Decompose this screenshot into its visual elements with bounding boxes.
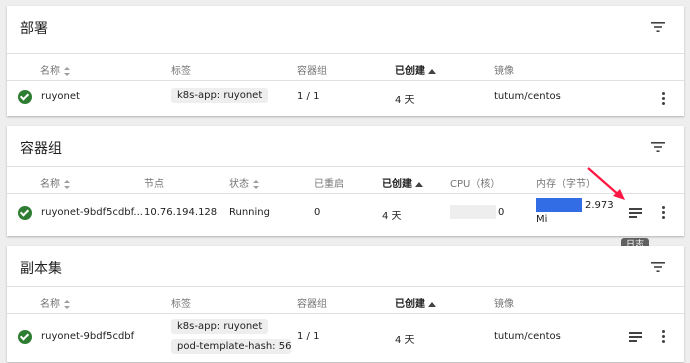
created-age: 4 天 [382, 211, 402, 222]
pods-count: 1 / 1 [297, 91, 320, 102]
sort-asc-icon [428, 300, 436, 309]
header-pods: 容器组 [297, 299, 327, 310]
more-vert-icon[interactable] [662, 330, 666, 344]
deployments-table-header: 名称 标签 容器组 已创建 镜像 [7, 53, 684, 81]
header-created[interactable]: 已创建 [395, 295, 436, 310]
label-chip: k8s-app: ruyonet [171, 319, 269, 334]
filter-icon[interactable] [651, 261, 665, 273]
header-name[interactable]: 名称 [40, 175, 70, 190]
label-chip: k8s-app: ruyonet [171, 88, 269, 103]
check-circle-icon [18, 330, 32, 344]
replicasets-table-header: 名称 标签 容器组 已创建 镜像 [7, 286, 684, 314]
header-name[interactable]: 名称 [40, 295, 70, 310]
memory-unit: Mi [536, 214, 548, 225]
header-cpu: CPU（核） [450, 179, 501, 190]
image-name: tutum/centos [494, 91, 561, 102]
header-restarts: 已重启 [314, 179, 344, 190]
check-circle-icon [18, 206, 32, 220]
sort-icon [64, 179, 70, 189]
header-labels: 标签 [171, 66, 191, 77]
pod-status: Running [229, 207, 270, 218]
filter-icon[interactable] [651, 21, 665, 33]
logs-icon[interactable] [629, 332, 642, 342]
table-row: ruyonet k8s-app: ruyonet 1 / 1 4 天 tutum… [7, 81, 684, 116]
deployment-name-link[interactable]: ruyonet [41, 91, 80, 102]
deployments-title: 部署 [20, 21, 48, 37]
header-pods: 容器组 [297, 66, 327, 77]
pods-table-header: 名称 节点 状态 已重启 已创建 CPU（核） 内存（字节） [7, 166, 684, 194]
cpu-sparkline [450, 205, 496, 219]
check-circle-icon [18, 90, 32, 104]
pods-card: 容器组 名称 节点 状态 已重启 已创建 CPU（核） 内存（字节） ruyon… [7, 126, 684, 236]
table-row: ruyonet-9bdf5cdbf k8s-app: ruyonet pod-t… [7, 314, 684, 362]
label-chip: pod-template-hash: 568... [171, 339, 291, 354]
sort-asc-icon [428, 67, 436, 76]
annotation-arrow [587, 167, 625, 200]
pods-count: 1 / 1 [297, 331, 320, 342]
header-labels: 标签 [171, 299, 191, 310]
filter-icon[interactable] [651, 141, 665, 153]
logs-icon[interactable] [629, 208, 642, 218]
header-name[interactable]: 名称 [40, 62, 70, 77]
node-ip: 10.76.194.128 [144, 207, 218, 218]
header-created[interactable]: 已创建 [382, 175, 423, 190]
more-vert-icon[interactable] [662, 92, 666, 106]
created-age: 4 天 [395, 95, 415, 106]
deployments-card: 部署 名称 标签 容器组 已创建 镜像 ruyonet k8s-app: ruy… [7, 6, 684, 116]
replicasets-title: 副本集 [20, 261, 62, 277]
sort-icon [64, 66, 70, 76]
header-image: 镜像 [494, 299, 514, 310]
restarts-count: 0 [314, 207, 321, 218]
header-node: 节点 [144, 179, 164, 190]
header-created[interactable]: 已创建 [395, 62, 436, 77]
more-vert-icon[interactable] [662, 206, 666, 220]
created-age: 4 天 [395, 335, 415, 346]
pod-name-link[interactable]: ruyonet-9bdf5cdbf... [41, 207, 143, 218]
sort-asc-icon [415, 180, 423, 189]
memory-sparkline [536, 198, 582, 212]
replicasets-card: 副本集 名称 标签 容器组 已创建 镜像 ruyonet-9bdf5cdbf k… [7, 246, 684, 362]
cpu-value: 0 [498, 207, 505, 218]
sort-icon [253, 179, 259, 189]
image-name: tutum/centos [494, 331, 561, 342]
table-row: ruyonet-9bdf5cdbf... 10.76.194.128 Runni… [7, 194, 684, 236]
sort-icon [64, 299, 70, 309]
header-status[interactable]: 状态 [229, 175, 259, 190]
pods-title: 容器组 [20, 141, 62, 157]
replicaset-name-link[interactable]: ruyonet-9bdf5cdbf [41, 331, 134, 342]
header-image: 镜像 [494, 66, 514, 77]
